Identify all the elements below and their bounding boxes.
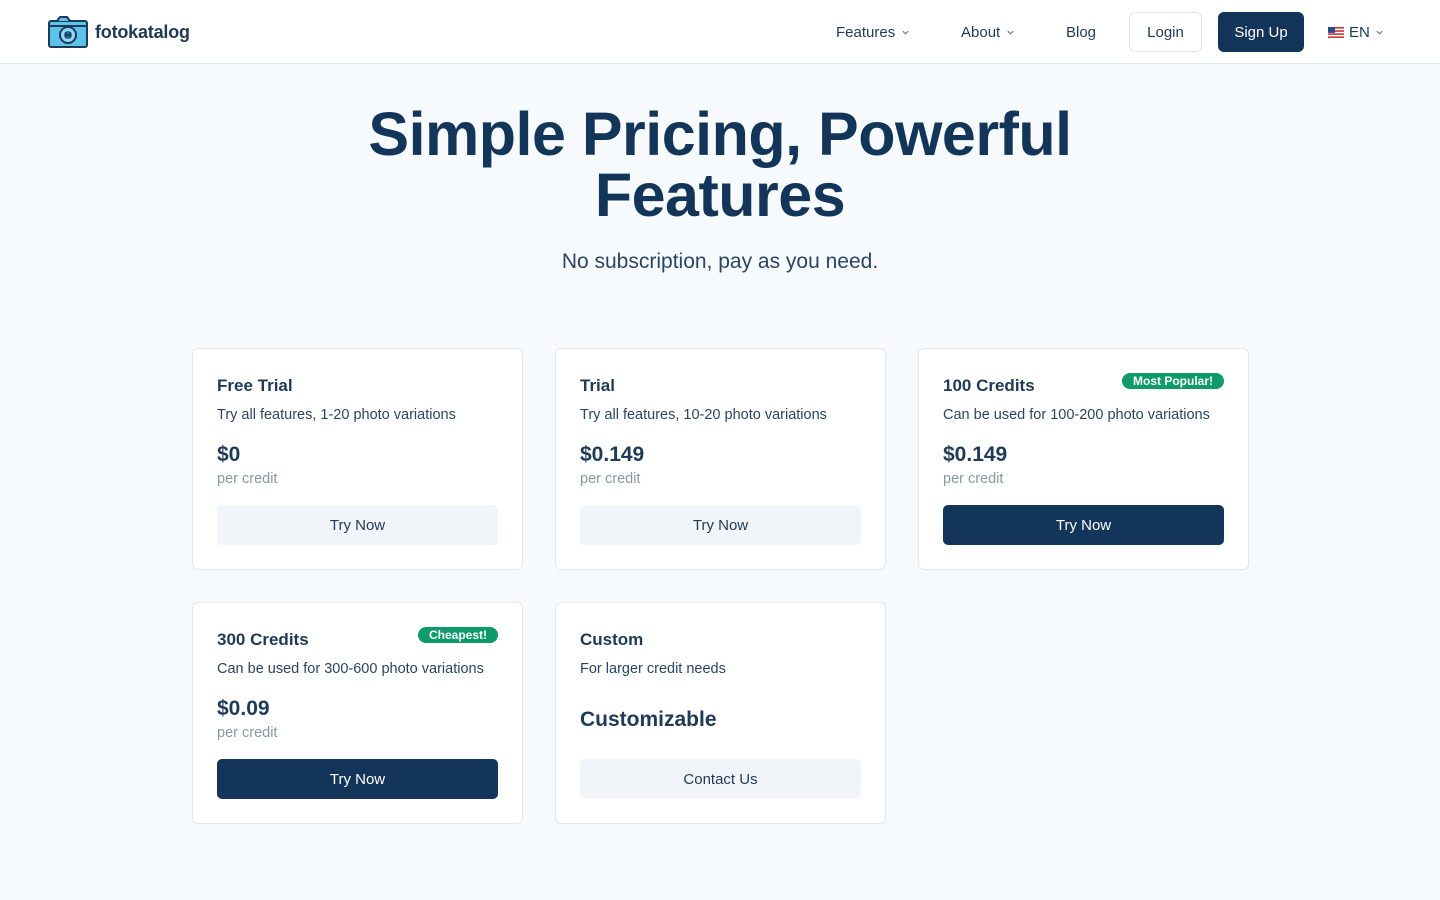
- camera-icon: [48, 16, 88, 48]
- plan-description: Try all features, 1-20 photo variations: [217, 407, 456, 423]
- brand-logo[interactable]: fotokatalog: [48, 16, 190, 48]
- try-now-button[interactable]: Try Now: [217, 505, 498, 545]
- page-title-line-1: Simple Pricing, Powerful: [368, 100, 1072, 168]
- plan-price: Customizable: [580, 708, 717, 731]
- plan-title: Free Trial: [217, 376, 293, 395]
- plan-description: Can be used for 100-200 photo variations: [943, 407, 1210, 423]
- nav-blog-label: Blog: [1066, 23, 1097, 41]
- language-label: EN: [1349, 23, 1370, 41]
- nav-blog[interactable]: Blog: [1066, 0, 1096, 64]
- plan-price-unit: per credit: [943, 471, 1004, 487]
- site-header: fotokatalog Features About Blog Login Si…: [0, 0, 1440, 64]
- login-button[interactable]: Login: [1129, 12, 1202, 52]
- page-title-line-2: Features: [594, 161, 846, 229]
- plan-description: Can be used for 300-600 photo variations: [217, 661, 484, 677]
- contact-us-button[interactable]: Contact Us: [580, 759, 861, 799]
- page-subtitle: No subscription, pay as you need.: [561, 250, 879, 273]
- plan-price: $0.09: [217, 697, 270, 720]
- plan-title: 100 Credits: [943, 376, 1035, 395]
- nav-about[interactable]: About: [961, 0, 1015, 64]
- us-flag-icon: [1328, 26, 1344, 38]
- plan-price-unit: per credit: [217, 725, 278, 741]
- chevron-down-icon: [902, 30, 909, 35]
- try-now-button[interactable]: Try Now: [217, 759, 498, 799]
- nav-features[interactable]: Features: [836, 0, 910, 64]
- plan-title: Trial: [580, 376, 615, 395]
- cheapest-badge: Cheapest!: [417, 627, 498, 643]
- language-selector[interactable]: EN: [1328, 0, 1384, 64]
- brand-name: fotokatalog: [95, 21, 190, 42]
- chevron-down-icon: [1007, 30, 1014, 35]
- page-title: Simple Pricing, Powerful Features: [0, 104, 1440, 226]
- plan-title: 300 Credits: [217, 630, 309, 649]
- plan-price-unit: per credit: [580, 471, 641, 487]
- chevron-down-icon: [1376, 30, 1383, 35]
- plan-price-unit: per credit: [217, 471, 278, 487]
- plan-card-100-credits: 100 Credits Most Popular! Can be used fo…: [918, 348, 1249, 570]
- plan-price: $0.149: [943, 443, 1008, 466]
- nav-features-label: Features: [836, 23, 896, 41]
- nav-about-label: About: [961, 23, 1001, 41]
- try-now-button[interactable]: Try Now: [580, 505, 861, 545]
- plan-card-300-credits: 300 Credits Cheapest! Can be used for 30…: [192, 602, 523, 824]
- plan-price: $0: [217, 443, 241, 466]
- plan-title: Custom: [580, 630, 644, 649]
- plan-description: For larger credit needs: [580, 661, 726, 677]
- try-now-button[interactable]: Try Now: [943, 505, 1224, 545]
- plan-price: $0.149: [580, 443, 645, 466]
- plan-card-custom: Custom For larger credit needs Customiza…: [555, 602, 886, 824]
- plan-description: Try all features, 10-20 photo variations: [580, 407, 827, 423]
- plan-card-free-trial: Free Trial Try all features, 1-20 photo …: [192, 348, 523, 570]
- most-popular-badge: Most Popular!: [1122, 373, 1224, 389]
- signup-button[interactable]: Sign Up: [1218, 12, 1304, 52]
- plan-card-trial: Trial Try all features, 10-20 photo vari…: [555, 348, 886, 570]
